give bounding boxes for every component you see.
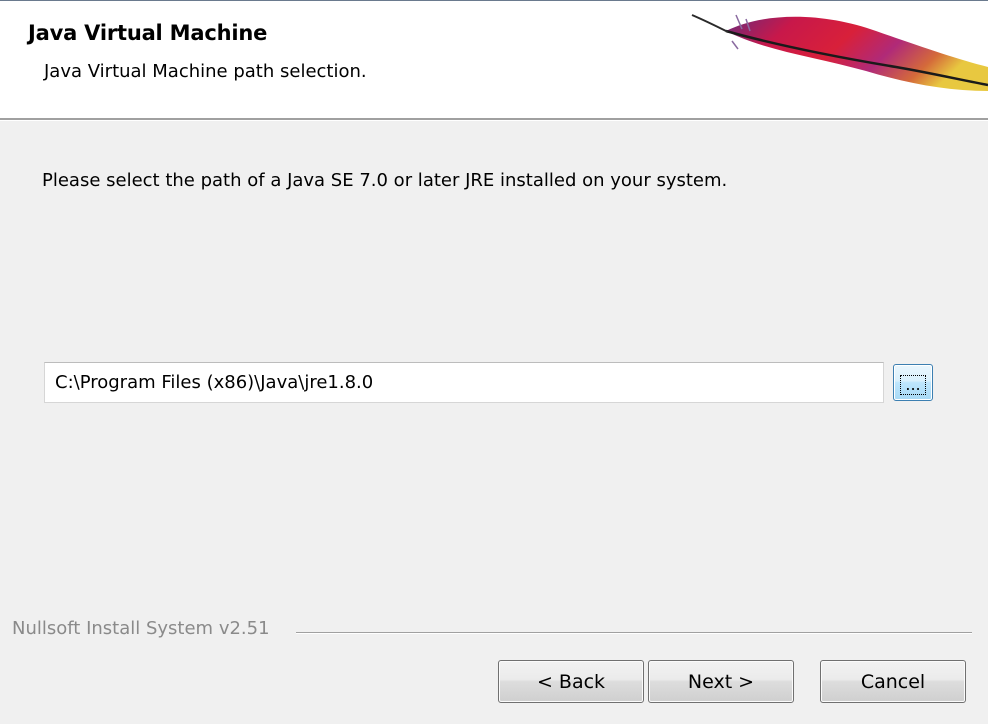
installer-branding: Nullsoft Install System v2.51: [12, 618, 280, 639]
cancel-button[interactable]: Cancel: [820, 660, 966, 703]
header-banner: Java Virtual Machine Java Virtual Machin…: [0, 0, 988, 118]
back-button[interactable]: < Back: [498, 660, 644, 703]
jvm-path-input[interactable]: [44, 362, 884, 403]
apache-feather-icon: [691, 14, 988, 92]
next-button[interactable]: Next >: [648, 660, 794, 703]
browse-button[interactable]: ...: [893, 364, 933, 401]
instruction-text: Please select the path of a Java SE 7.0 …: [42, 170, 728, 191]
branding-divider: [296, 632, 972, 634]
page-title: Java Virtual Machine: [28, 21, 268, 45]
page-subtitle: Java Virtual Machine path selection.: [44, 61, 367, 82]
ellipsis-icon: ...: [900, 374, 926, 395]
header-divider: [0, 118, 988, 121]
